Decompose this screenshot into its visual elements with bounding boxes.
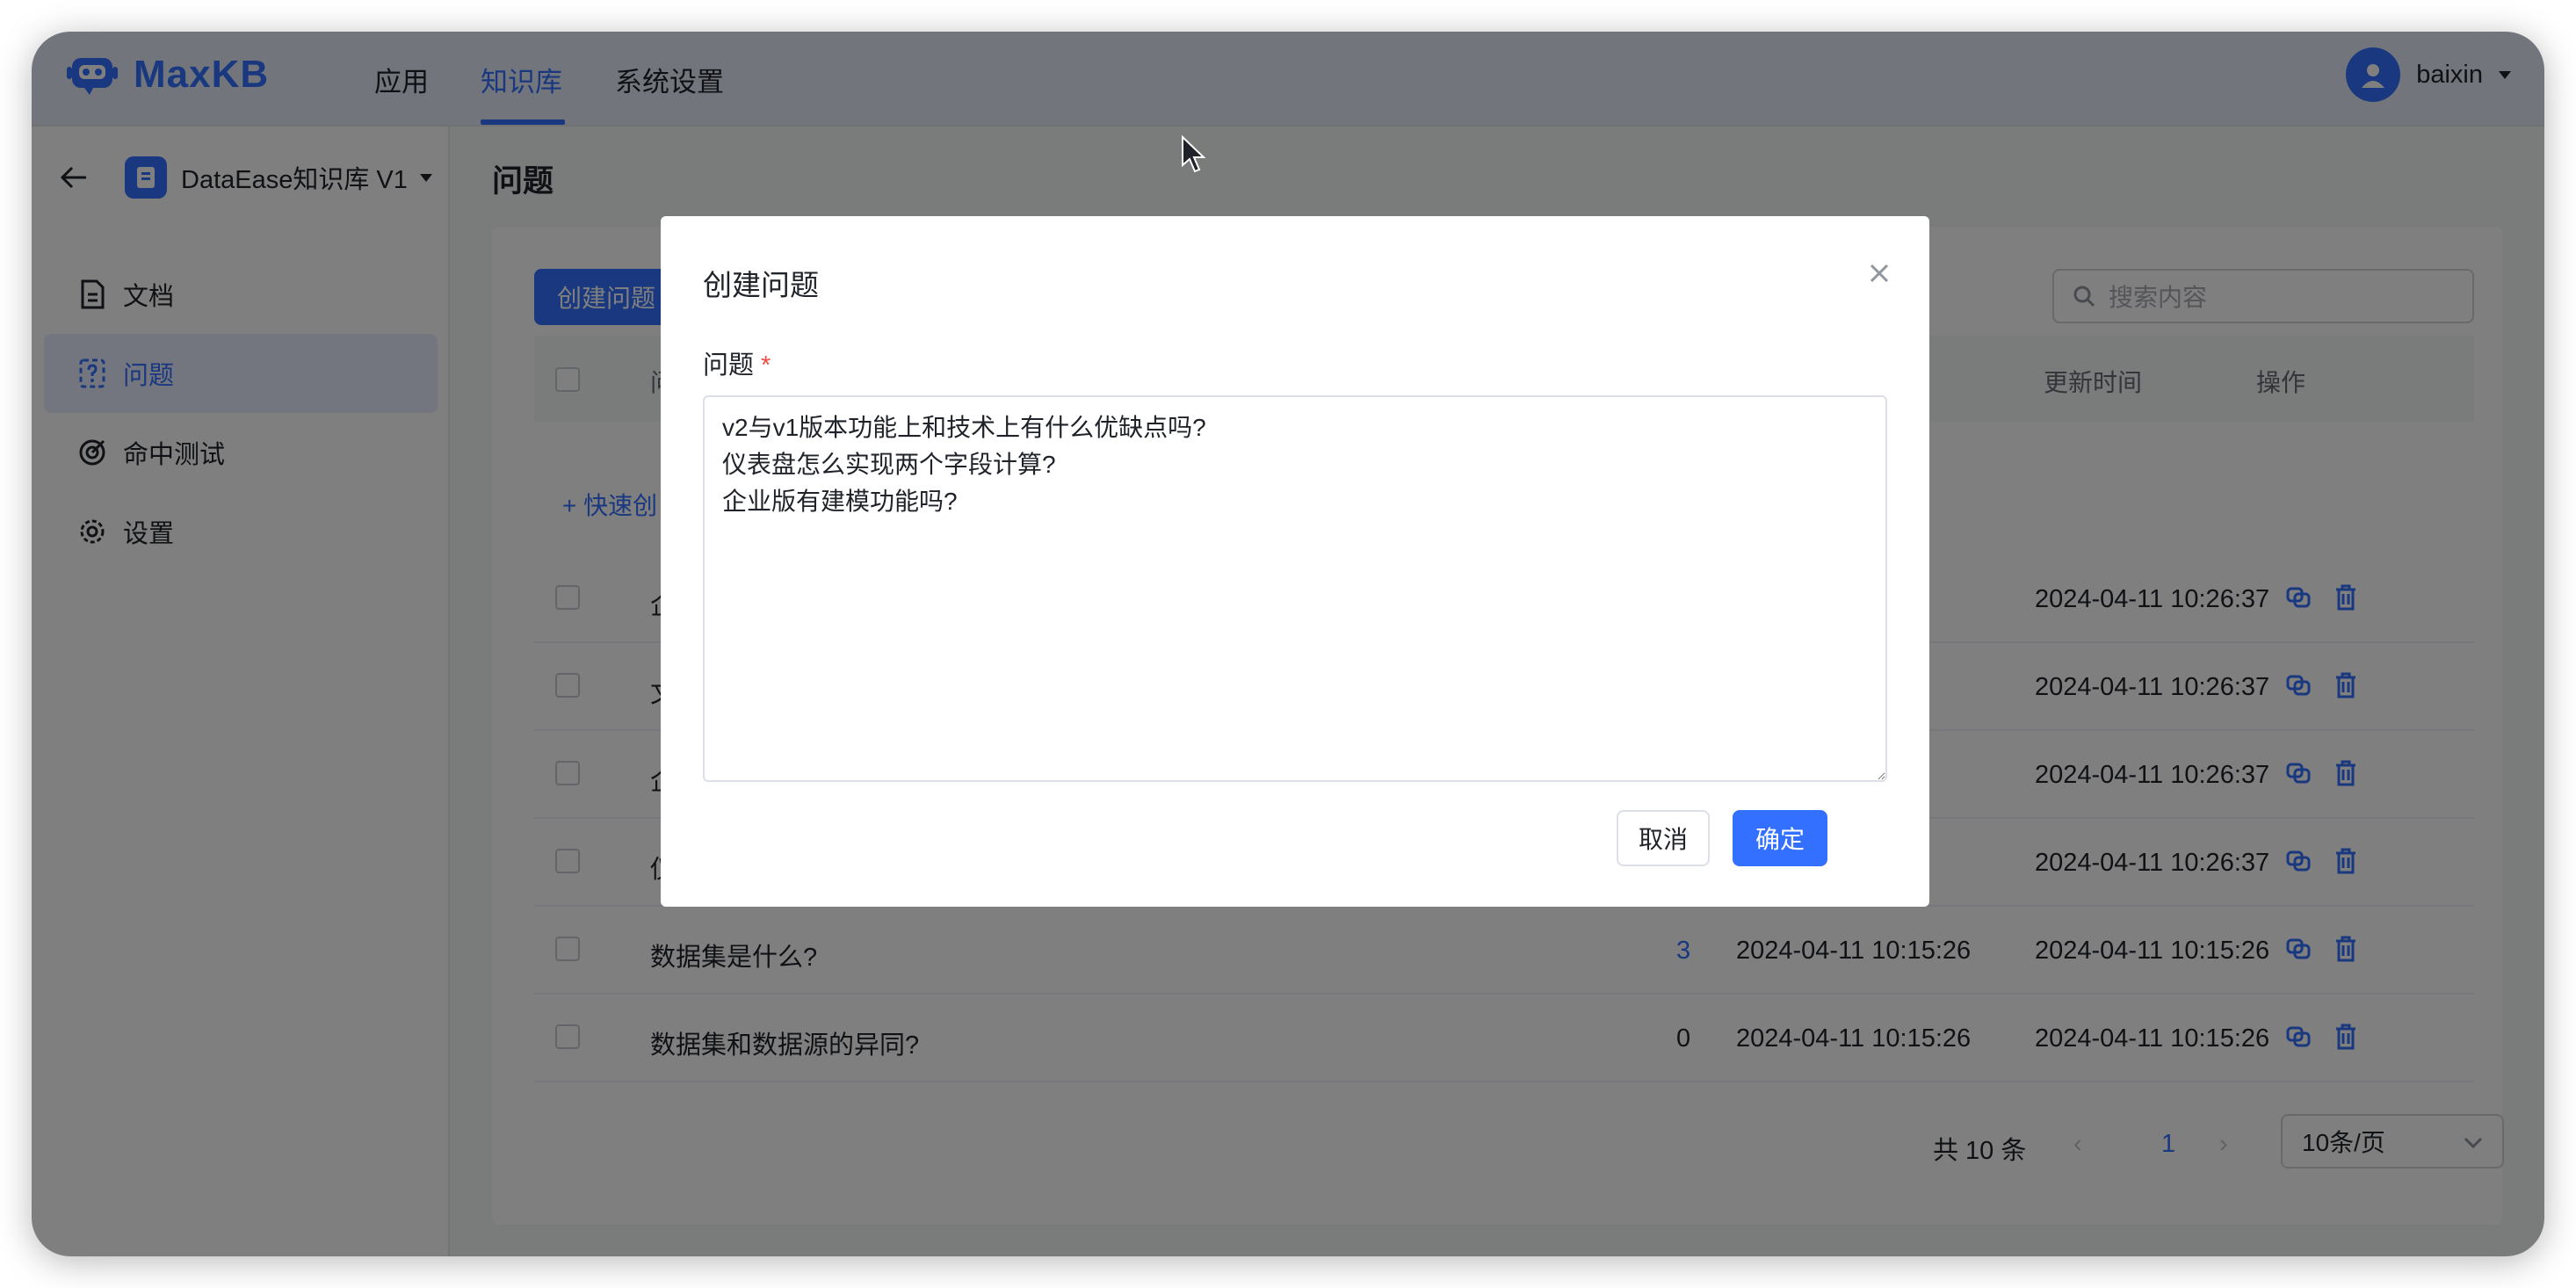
question-field-label: 问题 * bbox=[703, 344, 771, 381]
question-textarea[interactable]: v2与v1版本功能上和技术上有什么优缺点吗? 仪表盘怎么实现两个字段计算? 企业… bbox=[703, 395, 1887, 782]
app-window: MaxKB 应用 知识库 系统设置 baixin bbox=[32, 32, 2544, 1256]
question-label-text: 问题 bbox=[703, 351, 755, 380]
dialog-title: 创建问题 bbox=[703, 269, 819, 301]
cancel-button[interactable]: 取消 bbox=[1617, 810, 1710, 866]
mouse-cursor-icon bbox=[1182, 135, 1206, 173]
confirm-button[interactable]: 确定 bbox=[1733, 810, 1827, 866]
required-mark: * bbox=[761, 351, 771, 380]
create-question-dialog: 创建问题 问题 * v2与v1版本功能上和技术上有什么优缺点吗? 仪表盘怎么实现两… bbox=[661, 216, 1929, 907]
close-icon[interactable] bbox=[1864, 258, 1894, 288]
